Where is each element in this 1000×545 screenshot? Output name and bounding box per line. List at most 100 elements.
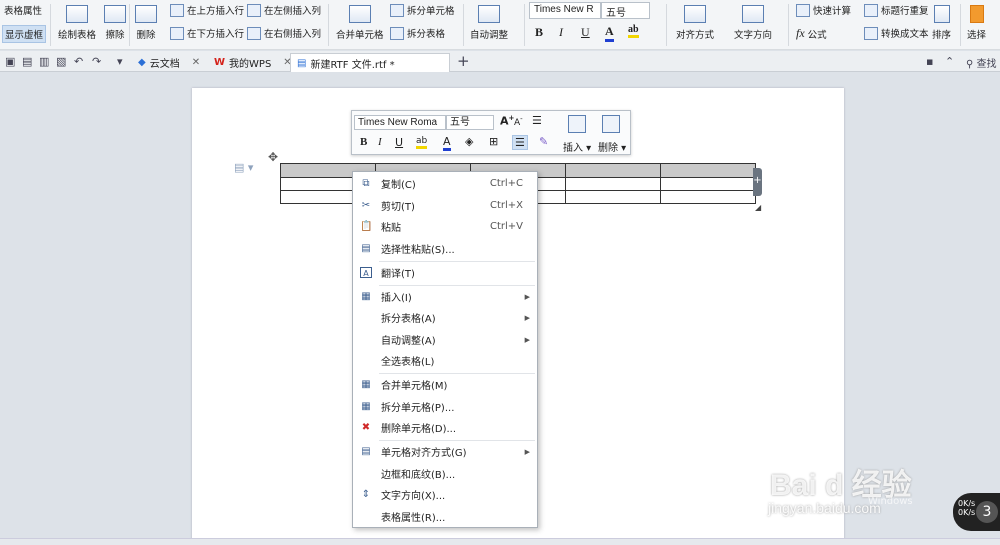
align-dropdown-icon[interactable]: ☰ — [512, 135, 528, 150]
menu-item-borders-shading[interactable]: 边框和底纹(B)... — [353, 463, 537, 484]
delete-button[interactable]: 删除 — [135, 5, 157, 41]
line-spacing-icon[interactable]: ☰ — [532, 114, 542, 127]
insert-col-right-button[interactable]: 在右侧插入列 — [247, 26, 321, 40]
eraser-button[interactable]: 擦除 — [104, 5, 126, 41]
table-cell[interactable] — [565, 177, 661, 191]
menu-item-split-table[interactable]: 拆分表格(A) ▶ — [353, 307, 537, 328]
insert-row-above-button[interactable]: 在上方插入行 — [170, 3, 244, 17]
draw-table-button[interactable]: 绘制表格 — [58, 5, 96, 41]
menu-item-delete-cells[interactable]: ✖ 删除单元格(D)... — [353, 417, 537, 438]
submenu-arrow-icon: ▶ — [524, 292, 530, 301]
print-icon[interactable]: ▥ — [39, 55, 49, 68]
font-size-select[interactable]: 五号 — [601, 2, 650, 19]
insert-row-below-button[interactable]: 在下方插入行 — [170, 26, 244, 40]
close-icon[interactable]: ✕ — [192, 57, 200, 68]
divider — [788, 4, 789, 46]
bold-button[interactable]: B — [535, 25, 543, 40]
new-tab-button[interactable]: + — [457, 52, 470, 70]
search-button[interactable]: ⚲ 查找 — [966, 55, 997, 70]
menu-item-merge-cells[interactable]: ▦ 合并单元格(M) — [353, 374, 537, 395]
table-move-handle-icon[interactable]: ✥ — [268, 150, 278, 164]
table-properties-button[interactable]: 表格属性 — [4, 3, 42, 17]
convert-to-text-label: 转换成文本 — [881, 29, 929, 40]
menu-item-label: 全选表格(L) — [381, 357, 435, 368]
submenu-arrow-icon: ▶ — [524, 447, 530, 456]
print-preview-icon[interactable]: ▧ — [56, 55, 66, 68]
mini-highlight-icon[interactable]: ab — [416, 136, 428, 149]
auto-fit-button[interactable]: 自动调整 — [470, 5, 508, 41]
shading-icon[interactable]: ◈ — [465, 135, 473, 148]
quick-calc-button[interactable]: 快速计算 — [796, 3, 851, 17]
merge-cells-button[interactable]: 合并单元格 — [336, 5, 384, 41]
table-cell[interactable] — [660, 163, 756, 178]
tab-my-wps-label: 我的WPS — [229, 59, 272, 70]
menu-item-auto-fit[interactable]: 自动调整(A) ▶ — [353, 329, 537, 350]
mini-insert-button[interactable]: 插入 ▾ — [563, 139, 591, 154]
select-button[interactable]: 选择 — [967, 5, 986, 41]
insert-col-left-button[interactable]: 在左侧插入列 — [247, 3, 321, 17]
format-painter-icon[interactable]: ✎ — [539, 135, 548, 148]
mini-font-color-button[interactable]: A — [443, 135, 451, 151]
delete-table-icon — [135, 5, 157, 23]
save-icon[interactable]: ▣ — [5, 55, 15, 68]
menu-item-split-cells[interactable]: ▦ 拆分单元格(P)... — [353, 396, 537, 417]
customize-dropdown-icon[interactable]: ▾ — [117, 55, 123, 68]
table-cell[interactable] — [565, 190, 661, 204]
add-column-button[interactable]: + — [753, 168, 762, 196]
highlight-icon[interactable]: ab — [628, 24, 639, 38]
mini-bold-button[interactable]: B — [360, 136, 367, 148]
comment-icon[interactable]: ▪ — [926, 55, 933, 68]
menu-item-text-direction[interactable]: ⇕ 文字方向(X)... — [353, 484, 537, 505]
menu-item-translate[interactable]: A 翻译(T) — [353, 262, 537, 283]
text-direction-icon: ⇕ — [361, 489, 371, 500]
font-size-value: 五号 — [606, 8, 626, 19]
formula-button[interactable]: fx 公式 — [796, 26, 827, 41]
tab-current-document[interactable]: ▤ 新建RTF 文件.rtf * — [290, 53, 450, 72]
menu-item-table-properties[interactable]: 表格属性(R)... — [353, 506, 537, 527]
font-color-button[interactable]: A — [605, 24, 614, 42]
align-button[interactable]: 对齐方式 — [676, 5, 714, 41]
borders-icon[interactable]: ⊞ — [489, 135, 498, 148]
tab-my-wps[interactable]: W 我的WPS ✕ — [208, 53, 298, 72]
split-cells-button[interactable]: 拆分单元格 — [390, 3, 455, 17]
grow-font-icon[interactable]: A+ — [500, 114, 514, 128]
undo-icon[interactable]: ↶ — [74, 55, 83, 68]
menu-item-select-table[interactable]: 全选表格(L) — [353, 350, 537, 371]
split-table-button[interactable]: 拆分表格 — [390, 26, 445, 40]
font-name-select[interactable]: Times New R — [529, 2, 601, 19]
paragraph-marker-icon[interactable]: ▤ ▾ — [234, 161, 253, 174]
menu-item-paste-special[interactable]: ▤ 选择性粘贴(S)... — [353, 238, 537, 259]
repeat-header-button[interactable]: 标题行重复 — [864, 3, 929, 17]
menu-item-cut[interactable]: ✂ 剪切(T) Ctrl+X — [353, 195, 537, 216]
mini-italic-button[interactable]: I — [378, 136, 382, 148]
network-speed-widget[interactable]: 0K/s 0K/s 3 — [953, 493, 1000, 531]
menu-item-cell-alignment[interactable]: ▤ 单元格对齐方式(G) ▶ — [353, 441, 537, 462]
menu-item-paste[interactable]: 📋 粘贴 Ctrl+V — [353, 216, 537, 237]
notification-badge: 3 — [976, 501, 998, 523]
export-pdf-icon[interactable]: ▤ — [22, 55, 32, 68]
sort-button[interactable]: 排序 — [932, 5, 951, 41]
show-gridlines-button[interactable]: 显示虚框 — [2, 25, 47, 43]
menu-item-copy[interactable]: ⧉ 复制(C) Ctrl+C — [353, 173, 537, 194]
collapse-icon[interactable]: ⌃ — [945, 55, 954, 68]
table-cell[interactable] — [565, 163, 661, 178]
mini-font-size-select[interactable]: 五号 — [446, 115, 494, 130]
sort-label: 排序 — [932, 30, 952, 41]
table-cell[interactable] — [660, 177, 756, 191]
mini-font-name-select[interactable]: Times New Roma — [354, 115, 446, 130]
menu-item-insert[interactable]: ▦ 插入(I) ▶ — [353, 286, 537, 307]
mini-underline-button[interactable]: U — [395, 136, 403, 149]
convert-to-text-button[interactable]: 转换成文本 — [864, 26, 929, 40]
split-table-icon — [390, 26, 404, 40]
table-resize-handle-icon[interactable]: ◢ — [755, 203, 761, 212]
table-cell[interactable] — [660, 190, 756, 204]
shrink-font-icon[interactable]: A- — [514, 115, 523, 128]
mini-delete-button[interactable]: 删除 ▾ — [598, 139, 626, 154]
text-direction-button[interactable]: 文字方向 — [734, 5, 772, 41]
tab-cloud-docs[interactable]: ◆ 云文档 ✕ — [132, 53, 206, 72]
italic-button[interactable]: I — [559, 25, 563, 40]
cell-align-icon: ▤ — [361, 446, 371, 457]
redo-icon[interactable]: ↷ — [92, 55, 101, 68]
context-menu: ⧉ 复制(C) Ctrl+C ✂ 剪切(T) Ctrl+X 📋 粘贴 Ctrl+V ▤ 选择性… — [352, 171, 538, 528]
underline-button[interactable]: U — [581, 25, 590, 40]
